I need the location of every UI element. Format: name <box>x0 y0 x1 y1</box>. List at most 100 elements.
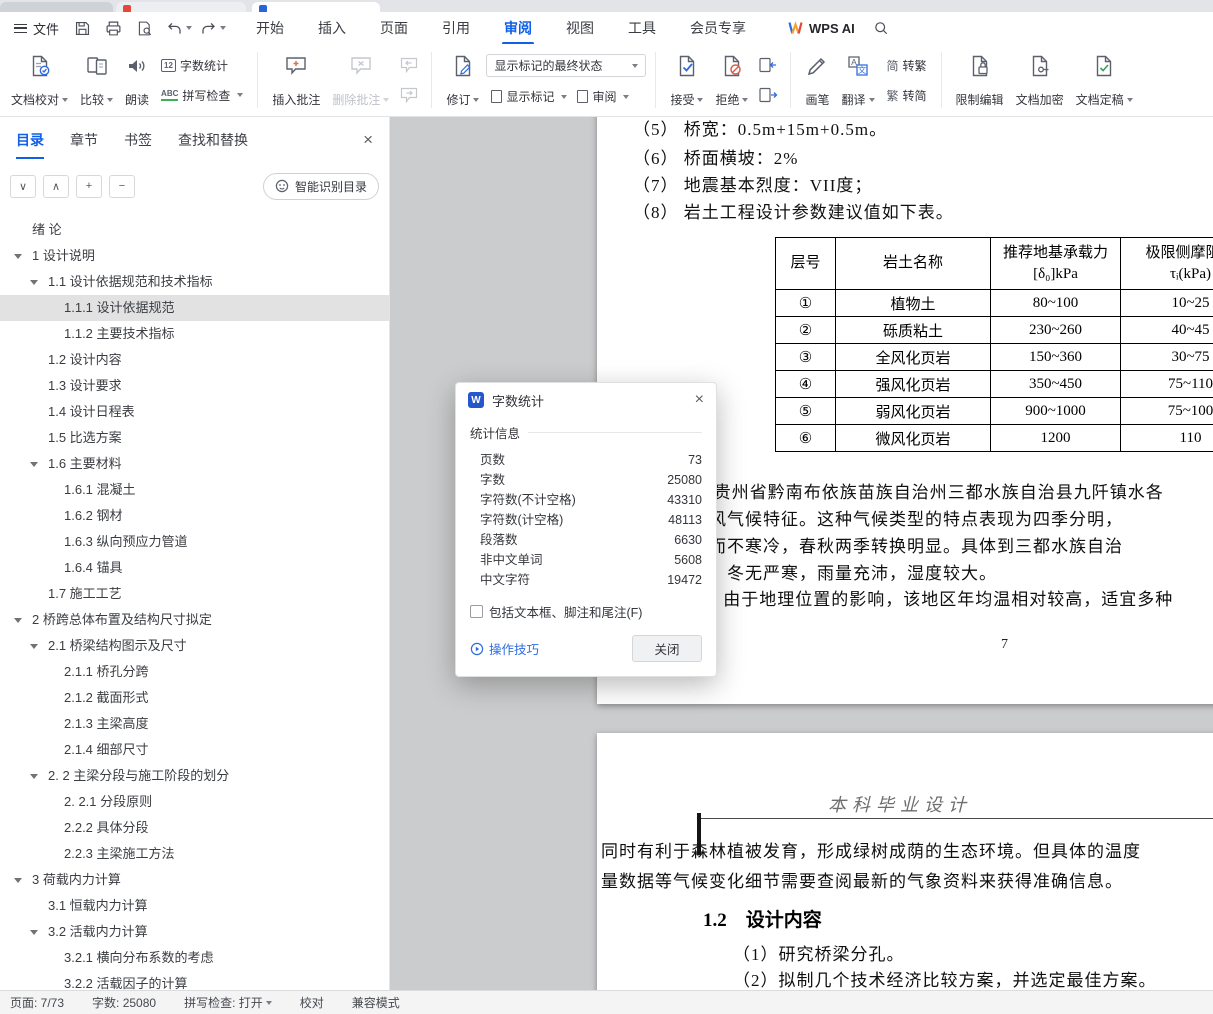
toc-item[interactable]: 1.2 设计内容 <box>0 347 389 373</box>
redo-button[interactable] <box>200 20 227 37</box>
toc-item[interactable]: 1.1.2 主要技术指标 <box>0 321 389 347</box>
toc-item[interactable]: 1.6.3 纵向预应力管道 <box>0 529 389 555</box>
markup-state-dropdown[interactable]: 显示标记的最终状态 <box>486 54 647 77</box>
sidebar-tab-contents[interactable]: 目录 <box>16 130 44 159</box>
delete-comment-button[interactable]: 删除批注 <box>327 48 394 112</box>
traditional-to-simplified-button[interactable]: 繁 转简 <box>882 84 932 107</box>
checkbox-icon[interactable] <box>470 605 483 618</box>
expand-arrow-icon[interactable] <box>14 878 22 883</box>
expand-arrow-icon[interactable] <box>30 774 38 779</box>
doc-check-button[interactable]: 文档校对 <box>6 48 73 112</box>
toc-item[interactable]: 2.1.2 截面形式 <box>0 685 389 711</box>
smart-toc-button[interactable]: 智能识别目录 <box>262 172 379 200</box>
restrict-editing-button[interactable]: 限制编辑 <box>951 48 1009 112</box>
expand-all-button[interactable]: ∧ <box>43 174 69 198</box>
reject-button[interactable]: 拒绝 <box>710 48 753 112</box>
toc-item[interactable]: 3.2.2 活载因子的计算 <box>0 971 389 990</box>
tab-tools[interactable]: 工具 <box>628 18 656 38</box>
word-count-button[interactable]: 12 字数统计 <box>156 54 248 77</box>
compare-button[interactable]: 比较 <box>75 48 118 112</box>
print-button[interactable] <box>100 16 127 40</box>
tab-member[interactable]: 会员专享 <box>690 18 746 38</box>
next-comment-button[interactable] <box>396 84 422 106</box>
toc-item[interactable]: 绪 论 <box>0 217 389 243</box>
expand-arrow-icon[interactable] <box>30 280 38 285</box>
zoom-in-button[interactable]: + <box>76 174 102 198</box>
toc-item[interactable]: 1.6.1 混凝土 <box>0 477 389 503</box>
accept-button[interactable]: 接受 <box>665 48 708 112</box>
tab-insert[interactable]: 插入 <box>318 18 346 38</box>
toc-item[interactable]: 2.2.3 主梁施工方法 <box>0 841 389 867</box>
toc-item[interactable]: 3.2 活载内力计算 <box>0 919 389 945</box>
dialog-close-icon[interactable]: × <box>695 392 704 408</box>
document-page-8[interactable]: 本科毕业设计 同时有利于森林植被发育，形成绿树成荫的生态环境。但具体的温度 量数… <box>597 733 1213 990</box>
sidebar-tab-chapters[interactable]: 章节 <box>70 130 98 150</box>
sidebar-tab-bookmarks[interactable]: 书签 <box>124 130 152 150</box>
expand-arrow-icon[interactable] <box>30 930 38 935</box>
tab-review[interactable]: 审阅 <box>502 18 535 45</box>
review-pane-button[interactable]: 审阅 <box>572 85 634 108</box>
insert-comment-button[interactable]: 插入批注 <box>267 48 325 112</box>
toc-item[interactable]: 1.4 设计日程表 <box>0 399 389 425</box>
toc-item[interactable]: 1.6.2 钢材 <box>0 503 389 529</box>
toc-item[interactable]: 3.2.1 横向分布系数的考虑 <box>0 945 389 971</box>
show-markup-button[interactable]: 显示标记 <box>486 85 572 108</box>
close-dialog-button[interactable]: 关闭 <box>632 635 702 662</box>
sidebar-tab-find-replace[interactable]: 查找和替换 <box>178 130 248 150</box>
toc-item[interactable]: 1.6 主要材料 <box>0 451 389 477</box>
track-changes-button[interactable]: 修订 <box>441 48 484 112</box>
sidebar-close-icon[interactable]: × <box>363 130 373 150</box>
toc-item[interactable]: 2.2.2 具体分段 <box>0 815 389 841</box>
toc-item[interactable]: 2.1.1 桥孔分跨 <box>0 659 389 685</box>
file-menu-button[interactable]: 文件 <box>8 19 65 38</box>
search-button[interactable] <box>873 20 889 36</box>
toc-item[interactable]: 1.7 施工工艺 <box>0 581 389 607</box>
toc-item[interactable]: 2. 2 主梁分段与施工阶段的划分 <box>0 763 389 789</box>
print-preview-button[interactable] <box>131 16 158 40</box>
previous-comment-button[interactable] <box>396 54 422 76</box>
toc-item[interactable]: 1.1 设计依据规范和技术指标 <box>0 269 389 295</box>
previous-change-button[interactable] <box>755 54 781 76</box>
toc-item[interactable]: 3.1 恒载内力计算 <box>0 893 389 919</box>
toc-item[interactable]: 2. 2.1 分段原则 <box>0 789 389 815</box>
expand-arrow-icon[interactable] <box>14 254 22 259</box>
save-button[interactable] <box>69 16 96 40</box>
include-textbox-checkbox-row[interactable]: 包括文本框、脚注和尾注(F) <box>470 602 702 621</box>
tab-page[interactable]: 页面 <box>380 18 408 38</box>
toc-item[interactable]: 1.3 设计要求 <box>0 373 389 399</box>
toc-item[interactable]: 3 荷载内力计算 <box>0 867 389 893</box>
wps-ai-button[interactable]: WPS AI <box>788 21 855 36</box>
collapse-all-button[interactable]: ∨ <box>10 174 36 198</box>
encrypt-button[interactable]: 文档加密 <box>1011 48 1069 112</box>
pen-button[interactable]: 画笔 <box>800 48 834 112</box>
toc-item[interactable]: 2 桥跨总体布置及结构尺寸拟定 <box>0 607 389 633</box>
status-spell-check[interactable]: 拼写检查: 打开 <box>184 994 272 1011</box>
simplified-to-traditional-button[interactable]: 简 转繁 <box>882 54 932 77</box>
zoom-out-button[interactable]: − <box>109 174 135 198</box>
toc-item[interactable]: 1 设计说明 <box>0 243 389 269</box>
spell-check-button[interactable]: ABC 拼写检查 <box>156 84 248 107</box>
status-proofread[interactable]: 校对 <box>300 994 324 1011</box>
expand-arrow-icon[interactable] <box>30 644 38 649</box>
toc-item[interactable]: 1.5 比选方案 <box>0 425 389 451</box>
tab-view[interactable]: 视图 <box>566 18 594 38</box>
toc-item[interactable]: 2.1.4 细部尺寸 <box>0 737 389 763</box>
status-word-count[interactable]: 字数: 25080 <box>92 994 156 1011</box>
tips-link[interactable]: 操作技巧 <box>470 639 539 658</box>
finalize-button[interactable]: 文档定稿 <box>1071 48 1138 112</box>
tab-home[interactable]: 开始 <box>256 18 284 38</box>
toc-item[interactable]: 2.1.3 主梁高度 <box>0 711 389 737</box>
dialog-titlebar[interactable]: W 字数统计 × <box>456 383 716 417</box>
toc-item[interactable]: 1.1.1 设计依据规范 <box>0 295 389 321</box>
read-aloud-button[interactable]: 朗读 <box>120 48 154 112</box>
status-page-indicator[interactable]: 页面: 7/73 <box>10 994 64 1011</box>
toc-item[interactable]: 2.1 桥梁结构图示及尺寸 <box>0 633 389 659</box>
toc-item[interactable]: 1.6.4 锚具 <box>0 555 389 581</box>
undo-button[interactable] <box>166 20 193 37</box>
expand-arrow-icon[interactable] <box>30 462 38 467</box>
translate-button[interactable]: A文 翻译 <box>837 48 880 112</box>
expand-arrow-icon[interactable] <box>14 618 22 623</box>
status-compatibility-mode[interactable]: 兼容模式 <box>352 994 400 1011</box>
next-change-button[interactable] <box>755 84 781 106</box>
tab-reference[interactable]: 引用 <box>442 18 470 38</box>
